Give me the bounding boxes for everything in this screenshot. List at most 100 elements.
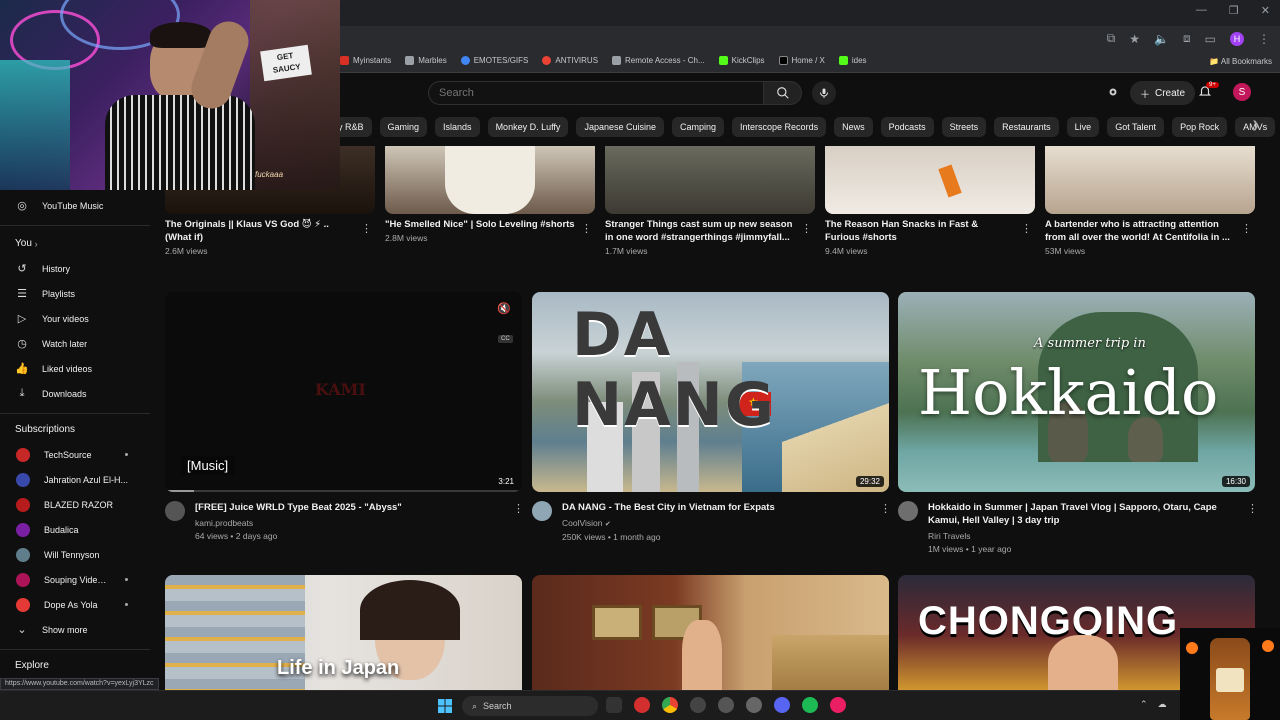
video-thumbnail[interactable] — [532, 575, 889, 695]
more-options-icon[interactable]: ⋮ — [581, 222, 592, 235]
maximize-icon[interactable]: ❐ — [1229, 4, 1239, 17]
more-options-icon[interactable]: ⋮ — [880, 502, 891, 515]
sidebar-sub-souping[interactable]: Souping Videoga... — [0, 567, 150, 592]
sidebar-sub-will-tennyson[interactable]: Will Tennyson — [0, 542, 150, 567]
more-options-icon[interactable]: ⋮ — [1247, 502, 1258, 515]
app-icon[interactable] — [690, 697, 706, 713]
more-options-icon[interactable]: ⋮ — [361, 222, 372, 235]
video-title[interactable]: DA NANG - The Best City in Vietnam for E… — [562, 501, 872, 514]
video-title[interactable]: A bartender who is attracting attention … — [1045, 218, 1235, 244]
sidepanel-icon[interactable]: ▭ — [1205, 32, 1216, 46]
captions-button[interactable]: CC — [498, 335, 513, 343]
terminal-app-icon[interactable] — [606, 697, 622, 713]
video-thumbnail[interactable]: ★ DA NANG 29:32 — [532, 292, 889, 492]
mute-icon[interactable]: 🔇 — [497, 302, 511, 315]
sidebar-item-history[interactable]: ↺ History — [0, 256, 150, 281]
channel-name[interactable]: CoolVision ✔ — [562, 517, 872, 531]
bookmark-item[interactable]: Marbles — [405, 56, 447, 65]
sidebar-item-downloads[interactable]: ⤓ Downloads — [0, 381, 150, 406]
taskbar-search[interactable]: ⌕ Search — [462, 696, 598, 716]
chip[interactable]: Podcasts — [880, 117, 934, 137]
video-player-preview[interactable]: KAMI 🔇 CC [Music] 3:21 — [165, 292, 522, 492]
bookmark-item[interactable]: ANTIVIRUS — [542, 56, 598, 65]
chrome-app-icon[interactable] — [662, 697, 678, 713]
bookmark-item[interactable]: Home / X — [778, 56, 825, 65]
bookmark-item[interactable]: KickClips — [718, 56, 765, 65]
app-icon[interactable] — [718, 697, 734, 713]
sidebar-item-your-videos[interactable]: ▷ Your videos — [0, 306, 150, 331]
chip[interactable]: Islands — [435, 117, 480, 137]
video-thumbnail[interactable] — [385, 146, 595, 214]
more-options-icon[interactable]: ⋮ — [1241, 222, 1252, 235]
video-title[interactable]: The Reason Han Snacks in Fast & Furious … — [825, 218, 1015, 244]
video-title[interactable]: "He Smelled Nice" | Solo Leveling #short… — [385, 218, 575, 231]
bookmark-item[interactable]: Remote Access - Ch... — [612, 56, 705, 65]
video-thumbnail[interactable]: Life in Japan — [165, 575, 522, 695]
chip[interactable]: Live — [1066, 117, 1100, 137]
bookmark-item[interactable]: Myinstants — [340, 56, 391, 65]
app-icon[interactable] — [746, 697, 762, 713]
chip[interactable]: News — [834, 117, 873, 137]
chip[interactable]: Got Talent — [1107, 117, 1165, 137]
sidebar-sub-blazed-razor[interactable]: BLAZED RAZOR — [0, 492, 150, 517]
chip[interactable]: Pop Rock — [1172, 117, 1228, 137]
video-thumbnail[interactable] — [825, 146, 1035, 214]
profile-avatar[interactable]: H — [1230, 31, 1244, 46]
channel-name[interactable]: Riri Travels — [928, 530, 1240, 543]
sidebar-sub-jahration[interactable]: Jahration Azul El-H... — [0, 467, 150, 492]
chip[interactable]: Camping — [672, 117, 725, 137]
discord-app-icon[interactable] — [774, 697, 790, 713]
video-title[interactable]: Stranger Things cast sum up new season i… — [605, 218, 795, 244]
sidebar-sub-techsource[interactable]: TechSource — [0, 442, 150, 467]
channel-name[interactable]: kami.prodbeats — [195, 517, 505, 530]
channel-avatar[interactable] — [165, 501, 185, 521]
chip[interactable]: Japanese Cuisine — [576, 117, 664, 137]
progress-bar[interactable] — [165, 490, 522, 492]
chip[interactable]: Monkey D. Luffy — [487, 117, 569, 137]
sidebar-item-playlists[interactable]: ☰ Playlists — [0, 281, 150, 306]
more-options-icon[interactable]: ⋮ — [513, 502, 524, 515]
minimize-icon[interactable]: — — [1196, 4, 1207, 17]
bookmark-star-icon[interactable]: ★ — [1129, 32, 1140, 46]
windows-start-icon[interactable] — [438, 699, 452, 713]
chip[interactable]: Gaming — [379, 117, 428, 137]
channel-avatar[interactable] — [898, 501, 918, 521]
cloud-icon[interactable]: ☁ — [1158, 699, 1167, 710]
video-title[interactable]: Hokkaido in Summer | Japan Travel Vlog |… — [928, 501, 1240, 527]
menu-icon[interactable]: ⋮ — [1258, 32, 1270, 46]
bookmark-item[interactable]: EMOTES/GIFS — [460, 56, 528, 65]
gear-sparkle-icon[interactable] — [1106, 85, 1120, 99]
sidebar-you-heading[interactable]: You › — [0, 231, 150, 256]
obs-app-icon[interactable] — [634, 697, 650, 713]
spotify-app-icon[interactable] — [802, 697, 818, 713]
video-title[interactable]: The Originals || Klaus VS God 😈 ⚡ .. (Wh… — [165, 218, 355, 244]
close-icon[interactable]: ✕ — [1261, 4, 1270, 17]
sidebar-sub-budalica[interactable]: Budalica — [0, 517, 150, 542]
video-thumbnail[interactable]: A summer trip in Hokkaido 16:30 — [898, 292, 1255, 492]
sidebar-sub-dope-as-yola[interactable]: Dope As Yola — [0, 592, 150, 617]
search-button[interactable] — [764, 81, 802, 105]
channel-avatar[interactable] — [532, 501, 552, 521]
chevron-right-icon[interactable]: ❯ — [1252, 120, 1260, 131]
more-options-icon[interactable]: ⋮ — [801, 222, 812, 235]
app-icon[interactable] — [830, 697, 846, 713]
video-title[interactable]: [FREE] Juice WRLD Type Beat 2025 - "Abys… — [195, 501, 505, 514]
sidebar-item-watch-later[interactable]: ◷ Watch later — [0, 331, 150, 356]
avatar[interactable]: S — [1233, 83, 1251, 101]
all-bookmarks[interactable]: 📁 All Bookmarks — [1209, 57, 1272, 66]
chevron-up-icon[interactable]: ⌃ — [1140, 699, 1148, 710]
sidebar-item-youtube-music[interactable]: ◎ YouTube Music — [0, 193, 150, 218]
more-options-icon[interactable]: ⋮ — [1021, 222, 1032, 235]
chip[interactable]: Streets — [941, 117, 987, 137]
install-icon[interactable]: ⧉ — [1107, 31, 1116, 46]
bookmark-item[interactable]: ides — [838, 56, 867, 65]
chip[interactable]: Restaurants — [994, 117, 1059, 137]
mute-icon[interactable]: 🔈 — [1154, 32, 1169, 46]
video-thumbnail[interactable] — [1045, 146, 1255, 214]
search-input[interactable] — [429, 82, 763, 104]
voice-search-button[interactable] — [812, 81, 836, 105]
extensions-icon[interactable]: ⧈ — [1183, 31, 1191, 46]
video-thumbnail[interactable] — [605, 146, 815, 214]
sidebar-show-more[interactable]: ⌄ Show more — [0, 617, 150, 642]
chip[interactable]: Interscope Records — [732, 117, 827, 137]
